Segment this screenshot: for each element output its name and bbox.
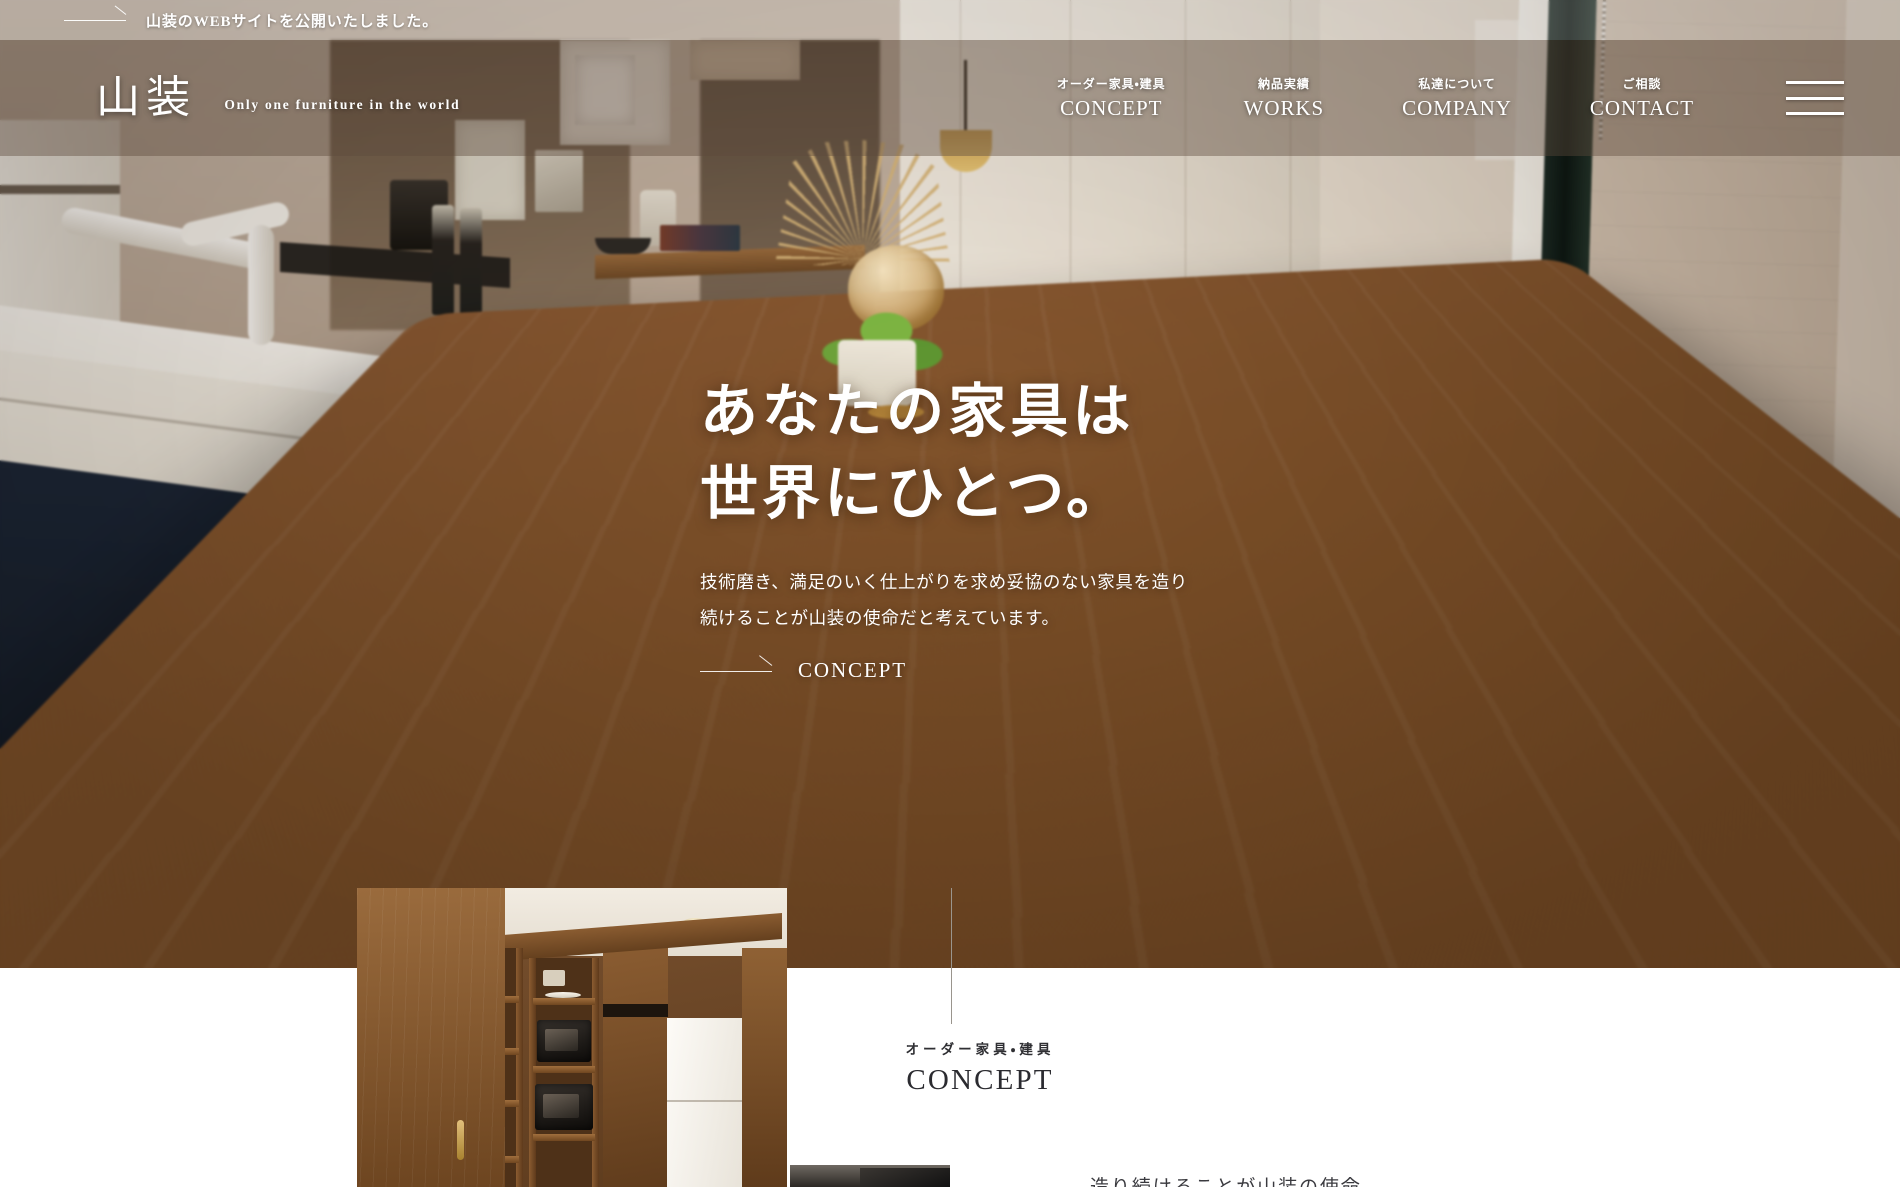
nav-item-company[interactable]: 私達について COMPANY — [1402, 75, 1512, 121]
nav-item-concept[interactable]: オーダー家具・建具 CONCEPT — [1057, 75, 1166, 121]
nav-item-works-en: WORKS — [1244, 96, 1325, 121]
nav-item-company-ja: 私達について — [1402, 75, 1512, 92]
nav-item-concept-en: CONCEPT — [1057, 96, 1166, 121]
hero-concept-link[interactable]: CONCEPT — [700, 658, 1340, 683]
concept-photo[interactable] — [357, 888, 787, 1187]
vertical-divider — [951, 888, 952, 1024]
logo-tagline: Only one furniture in the world — [224, 97, 460, 113]
nav-item-contact-en: CONTACT — [1590, 96, 1694, 121]
hero-title-line-2: 世界にひとつ。 — [700, 459, 1128, 527]
nav-item-concept-ja: オーダー家具・建具 — [1057, 75, 1166, 92]
nav-item-contact-ja: ご相談 — [1590, 75, 1694, 92]
hero-lead: 技術磨き、満足のいく仕上がりを求め妥協のない家具を造り 続けることが山装の使命だ… — [700, 565, 1340, 637]
announcement-bar[interactable]: 山装のWEBサイトを公開いたしました。 — [0, 0, 1900, 40]
arrow-right-icon — [700, 665, 772, 677]
logo-link[interactable]: 山装 Only one furniture in the world — [96, 76, 460, 120]
concept-heading-ja: オーダー家具・建具 — [790, 1038, 1170, 1058]
primary-navigation: オーダー家具・建具 CONCEPT 納品実績 WORKS 私達について COMP… — [1057, 75, 1694, 121]
nav-item-contact[interactable]: ご相談 CONTACT — [1590, 75, 1694, 121]
hero-title-line-1: あなたの家具は — [700, 377, 1134, 445]
announcement-text: 山装のWEBサイトを公開いたしました。 — [146, 10, 438, 31]
hero-copy: あなたの家具は 世界にひとつ。 技術磨き、満足のいく仕上がりを求め妥協のない家具… — [700, 370, 1340, 683]
concept-heading-en: CONCEPT — [790, 1064, 1170, 1097]
arrow-right-icon — [64, 14, 126, 26]
hero-lead-line-1: 技術磨き、満足のいく仕上がりを求め妥協のない家具を造り — [700, 572, 1188, 592]
nav-item-works-ja: 納品実績 — [1244, 75, 1325, 92]
homepage: 山装のWEBサイトを公開いたしました。 山装 Only one furnitur… — [0, 0, 1900, 1187]
hero-lead-line-2: 続けることが山装の使命だと考えています。 — [700, 608, 1060, 628]
nav-item-works[interactable]: 納品実績 WORKS — [1244, 75, 1325, 121]
nav-item-company-en: COMPANY — [1402, 96, 1512, 121]
hamburger-menu-icon[interactable] — [1786, 81, 1844, 115]
hero-title: あなたの家具は 世界にひとつ。 — [700, 370, 1340, 535]
site-header: 山装 Only one furniture in the world オーダー家… — [0, 40, 1900, 156]
logo-mark: 山装 — [96, 76, 196, 120]
hero-concept-link-label: CONCEPT — [798, 658, 907, 683]
concept-heading: オーダー家具・建具 CONCEPT — [790, 1038, 1170, 1097]
secondary-photo-peek-dark — [860, 1168, 950, 1187]
concept-body-text-cut-off: 造り続けることが山装の使命 — [1090, 1172, 1710, 1187]
